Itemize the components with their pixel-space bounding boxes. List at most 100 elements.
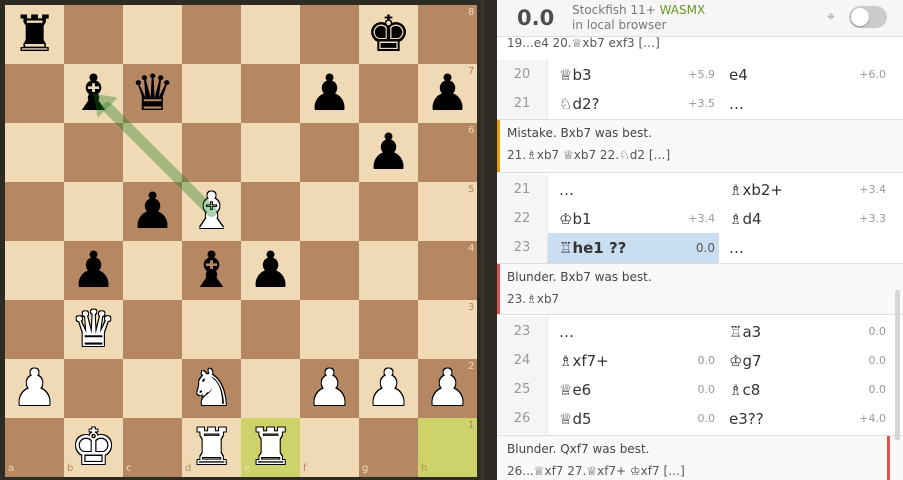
black-eval: +4.0 — [859, 412, 886, 425]
white-move[interactable]: ♕b3 — [559, 60, 592, 90]
black-pawn-c5[interactable]: ♟ — [123, 182, 182, 241]
comment-variation[interactable]: 23.♗xb7 — [507, 292, 559, 306]
variation-line[interactable]: 19...e4 20.♕xb7 exf3 […] — [507, 36, 660, 50]
white-move[interactable]: ♖he1 ?? — [559, 233, 626, 263]
square-a7[interactable] — [5, 64, 64, 123]
black-king-g8[interactable]: ♚ — [359, 5, 418, 64]
square-e6[interactable] — [241, 123, 300, 182]
square-e3[interactable] — [241, 300, 300, 359]
black-queen-c7[interactable]: ♛ — [123, 64, 182, 123]
move-row: 21 ♘d2? +3.5… — [497, 89, 903, 119]
black-pawn-h7[interactable]: ♟ — [418, 64, 477, 123]
white-move[interactable]: ♕d5 — [559, 404, 592, 434]
black-move[interactable]: ♗c8 — [729, 375, 760, 405]
white-bishop-d5[interactable]: ♝ — [182, 182, 241, 241]
square-b5[interactable] — [64, 182, 123, 241]
square-f8[interactable] — [300, 5, 359, 64]
black-move[interactable]: e4 — [729, 60, 748, 90]
black-move[interactable]: ♖a3 — [729, 317, 761, 347]
engine-eval-bar: 0.0 Stockfish 11+ WASMX in local browser… — [497, 0, 903, 37]
square-e7[interactable] — [241, 64, 300, 123]
square-a5[interactable] — [5, 182, 64, 241]
square-f3[interactable] — [300, 300, 359, 359]
square-d3[interactable] — [182, 300, 241, 359]
square-b6[interactable] — [64, 123, 123, 182]
white-pawn-g2[interactable]: ♟ — [359, 359, 418, 418]
square-c2[interactable] — [123, 359, 182, 418]
rank-label: 4 — [468, 243, 475, 254]
black-move[interactable]: … — [729, 89, 744, 119]
square-a6[interactable] — [5, 123, 64, 182]
square-d6[interactable] — [182, 123, 241, 182]
white-pawn-h2[interactable]: ♟ — [418, 359, 477, 418]
white-rook-e1[interactable]: ♜ — [241, 418, 300, 477]
black-pawn-f7[interactable]: ♟ — [300, 64, 359, 123]
square-d8[interactable] — [182, 5, 241, 64]
white-pawn-a2[interactable]: ♟ — [5, 359, 64, 418]
black-move[interactable]: ♗d4 — [729, 204, 762, 234]
square-e5[interactable] — [241, 182, 300, 241]
black-bishop-d4[interactable]: ♝ — [182, 241, 241, 300]
square-g5[interactable] — [359, 182, 418, 241]
square-f5[interactable] — [300, 182, 359, 241]
black-move[interactable]: ♗xb2+ — [729, 175, 783, 205]
white-rook-d1[interactable]: ♜ — [182, 418, 241, 477]
white-move[interactable]: ♘d2? — [559, 89, 599, 119]
square-g3[interactable] — [359, 300, 418, 359]
square-a3[interactable] — [5, 300, 64, 359]
engine-location: in local browser — [572, 18, 667, 32]
square-f1[interactable] — [300, 418, 359, 477]
square-e8[interactable] — [241, 5, 300, 64]
comment-variation[interactable]: 26...♕xf7 27.♕xf7+ ♔xf7 […] — [507, 464, 685, 478]
chess-board[interactable]: 8 7 6 5 4 3 2 1 a b c d e f g h ♜ ♚ ♝ ♛ ♟ ♟ ♟ ♟ ♝ ♟ ♝ ♟ ♛ ♟ ♞ ♟ ♟ ♟ ♚ ♜ ♜ — [5, 5, 477, 477]
move-row: 20 ♕b3 +5.9 e4 +6.0 — [497, 60, 903, 90]
square-c4[interactable] — [123, 241, 182, 300]
white-move[interactable]: … — [559, 317, 574, 347]
move-row: 26 ♕d5 0.0 e3?? +4.0 — [497, 404, 903, 434]
square-d7[interactable] — [182, 64, 241, 123]
black-bishop-b7[interactable]: ♝ — [64, 64, 123, 123]
square-b8[interactable] — [64, 5, 123, 64]
square-a4[interactable] — [5, 241, 64, 300]
white-move[interactable]: ♔b1 — [559, 204, 592, 234]
square-f4[interactable] — [300, 241, 359, 300]
square-c1[interactable] — [123, 418, 182, 477]
engine-toggle[interactable] — [849, 6, 887, 28]
white-king-b1[interactable]: ♚ — [64, 418, 123, 477]
file-label: f — [303, 463, 307, 474]
rank-label: 8 — [468, 7, 475, 18]
square-e2[interactable] — [241, 359, 300, 418]
black-move[interactable]: ♔g7 — [729, 346, 762, 376]
white-queen-b3[interactable]: ♛ — [64, 300, 123, 359]
square-c3[interactable] — [123, 300, 182, 359]
black-eval: +6.0 — [859, 68, 886, 81]
analysis-panel: 0.0 Stockfish 11+ WASMX in local browser… — [497, 0, 903, 480]
white-knight-d2[interactable]: ♞ — [182, 359, 241, 418]
square-f6[interactable] — [300, 123, 359, 182]
white-move[interactable]: ♗xf7+ — [559, 346, 609, 376]
black-pawn-g6[interactable]: ♟ — [359, 123, 418, 182]
crosshair-icon[interactable]: ⌖ — [827, 10, 841, 24]
rank-label: 3 — [468, 302, 475, 313]
black-rook-a8[interactable]: ♜ — [5, 5, 64, 64]
comment-variation[interactable]: 21.♗xb7 ♕xb7 22.♘d2 […] — [507, 148, 670, 162]
black-eval: +3.3 — [859, 212, 886, 225]
square-c8[interactable] — [123, 5, 182, 64]
black-pawn-b4[interactable]: ♟ — [64, 241, 123, 300]
black-move[interactable]: e3?? — [729, 404, 764, 434]
resize-gutter — [477, 0, 497, 480]
square-g7[interactable] — [359, 64, 418, 123]
white-move[interactable]: ♕e6 — [559, 375, 591, 405]
rank-label: 5 — [468, 184, 475, 195]
square-g4[interactable] — [359, 241, 418, 300]
white-eval: 0.0 — [697, 383, 716, 396]
white-pawn-f2[interactable]: ♟ — [300, 359, 359, 418]
comment-text: Blunder. Bxb7 was best. — [507, 270, 652, 284]
square-b2[interactable] — [64, 359, 123, 418]
white-move[interactable]: … — [559, 175, 574, 205]
square-c6[interactable] — [123, 123, 182, 182]
black-pawn-e4[interactable]: ♟ — [241, 241, 300, 300]
move-row: 24 ♗xf7+ 0.0 ♔g7 0.0 — [497, 346, 903, 376]
scrollbar[interactable] — [895, 290, 900, 440]
black-move[interactable]: … — [729, 233, 744, 263]
